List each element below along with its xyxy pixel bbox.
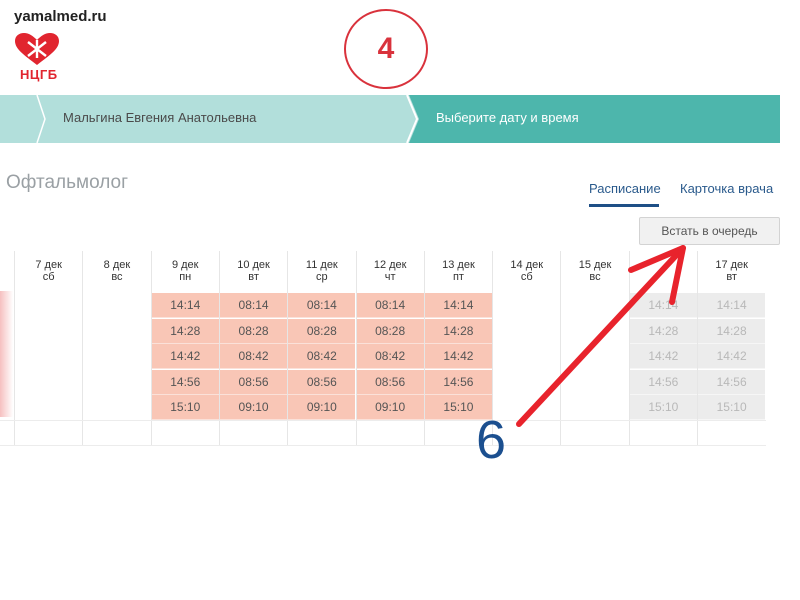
- annotation-overlay: 6: [476, 245, 686, 470]
- annotation-arrow-shaft: [516, 245, 686, 427]
- annotation-number: 6: [476, 410, 506, 470]
